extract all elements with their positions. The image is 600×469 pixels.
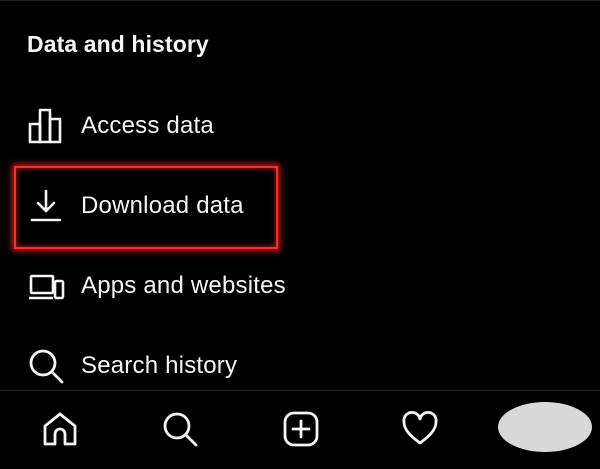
- section-title: Data and history: [27, 31, 209, 57]
- top-divider: [0, 0, 600, 5]
- create-icon: [282, 410, 320, 453]
- devices-icon: [25, 265, 67, 307]
- activity-button[interactable]: [400, 410, 440, 453]
- nav-search-button[interactable]: [160, 411, 200, 451]
- home-icon: [41, 410, 79, 453]
- create-button[interactable]: [281, 411, 321, 451]
- download-icon: [25, 185, 67, 227]
- menu-item-apps-and-websites[interactable]: Apps and websites: [0, 256, 600, 316]
- menu-item-label: Download data: [81, 192, 244, 219]
- menu-item-search-history[interactable]: Search history: [0, 336, 600, 396]
- menu-item-label: Apps and websites: [81, 272, 286, 299]
- menu-item-download-data[interactable]: Download data: [0, 176, 600, 236]
- menu-item-access-data[interactable]: Access data: [0, 96, 600, 156]
- menu-item-label: Access data: [81, 112, 214, 139]
- search-icon: [161, 410, 199, 453]
- bar-chart-icon: [25, 105, 67, 147]
- heart-icon: [401, 410, 439, 453]
- search-icon: [25, 345, 67, 387]
- profile-avatar[interactable]: [498, 402, 592, 452]
- menu-item-label: Search history: [81, 352, 238, 379]
- bottom-navigation-bar: [0, 390, 600, 469]
- home-button[interactable]: [40, 411, 80, 451]
